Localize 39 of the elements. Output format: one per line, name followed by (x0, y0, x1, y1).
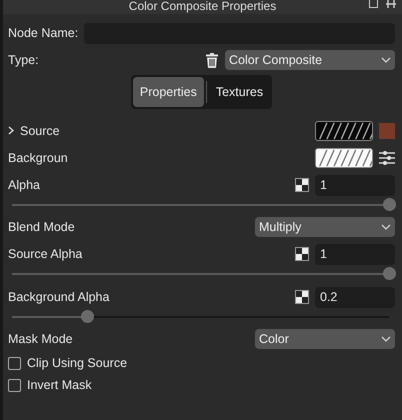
checkbox[interactable] (8, 356, 21, 370)
dropdown[interactable]: Multiply (255, 217, 395, 237)
checkerboard-icon[interactable] (295, 290, 309, 304)
sliders-icon[interactable] (379, 150, 395, 166)
pin-icon[interactable] (386, 0, 396, 8)
caret-icon[interactable] (8, 126, 14, 135)
number-field[interactable]: 0.2 (315, 286, 395, 308)
slider-thumb[interactable] (383, 198, 396, 211)
type-dropdown[interactable]: Color Composite (225, 50, 395, 70)
chevron-down-icon (381, 57, 391, 63)
property-label: Source Alpha (8, 247, 82, 261)
hatched-swatch[interactable] (315, 120, 373, 140)
restore-icon[interactable] (369, 0, 378, 8)
window-title: Color Composite Properties (128, 0, 276, 13)
number-field[interactable]: 1 (315, 174, 395, 196)
checkerboard-icon[interactable] (295, 247, 309, 261)
number-field[interactable]: 1 (315, 244, 395, 264)
property-label: Source (20, 124, 60, 138)
checkbox-label[interactable]: Invert Mask (27, 378, 92, 392)
slider-thumb[interactable] (383, 267, 396, 280)
property-label: Mask Mode (8, 332, 73, 346)
property-label: Alpha (8, 178, 40, 192)
checkbox-label[interactable]: Clip Using Source (27, 356, 128, 370)
chevron-down-icon (381, 336, 391, 342)
property-label: Backgroun (8, 150, 68, 164)
hatched-swatch[interactable] (315, 148, 373, 168)
checkerboard-icon[interactable] (295, 178, 309, 192)
field-label: Node Name: (8, 26, 78, 40)
trash-icon[interactable] (205, 52, 219, 68)
slider-thumb[interactable] (81, 310, 94, 323)
field-label: Type: (8, 53, 39, 67)
property-label: Blend Mode (8, 220, 75, 234)
chevron-down-icon (381, 224, 391, 230)
property-label: Background Alpha (8, 290, 110, 304)
tab[interactable]: Textures (208, 77, 270, 107)
checkbox[interactable] (8, 378, 21, 392)
tab[interactable]: Properties (132, 77, 204, 107)
color-swatch[interactable] (379, 122, 395, 138)
dropdown[interactable]: Color (255, 329, 395, 349)
